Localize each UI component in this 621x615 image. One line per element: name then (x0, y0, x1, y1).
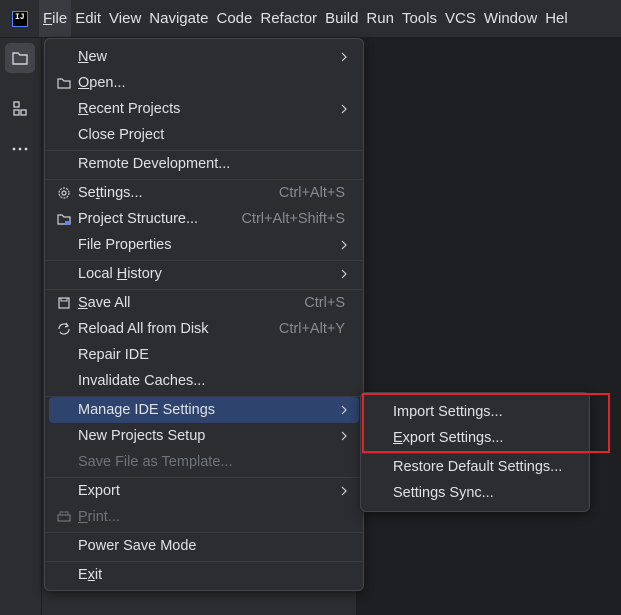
menu-item-close-project[interactable]: Close Project (49, 122, 359, 148)
chevron-right-icon (341, 405, 347, 415)
print-icon (57, 511, 71, 522)
intellij-logo-icon[interactable]: IJ (12, 10, 28, 27)
menu-item-power-save-mode[interactable]: Power Save Mode (49, 533, 359, 559)
chevron-right-icon (341, 104, 347, 114)
menu-item-file-properties[interactable]: File Properties (49, 232, 359, 258)
menu-item-save-file-as-template: Save File as Template... (78, 454, 233, 470)
chevron-right-icon (341, 486, 347, 496)
menu-item-settings[interactable]: Settings... Ctrl+Alt+S (49, 180, 359, 206)
menu-item-invalidate-caches[interactable]: Invalidate Caches... (49, 368, 359, 394)
menu-help[interactable]: Hel (541, 0, 572, 37)
menu-item-new-projects-setup[interactable]: New Projects Setup (49, 423, 359, 449)
menu-run[interactable]: Run (362, 0, 398, 37)
menu-tools[interactable]: Tools (398, 0, 441, 37)
menu-view[interactable]: View (105, 0, 145, 37)
project-tool-button[interactable] (5, 43, 35, 73)
menu-refactor[interactable]: Refactor (256, 0, 321, 37)
menu-navigate[interactable]: Navigate (145, 0, 212, 37)
menu-build[interactable]: Build (321, 0, 362, 37)
menu-item-open[interactable]: Open... (49, 70, 359, 96)
save-icon (58, 297, 70, 309)
chevron-right-icon (341, 269, 347, 279)
annotation-highlight-box (362, 393, 610, 453)
menu-edit[interactable]: Edit (71, 0, 105, 37)
menu-bar: IJ File Edit View Navigate Code Refactor… (0, 0, 621, 38)
menu-vcs[interactable]: VCS (441, 0, 480, 37)
gear-icon (58, 187, 70, 199)
chevron-right-icon (341, 431, 347, 441)
more-dots-icon (12, 147, 28, 151)
menu-item-new[interactable]: New (49, 44, 359, 70)
menu-window[interactable]: Window (480, 0, 541, 37)
tool-window-strip (0, 38, 42, 615)
project-structure-icon (57, 214, 71, 225)
menu-item-export[interactable]: Export (49, 478, 359, 504)
menu-item-recent-projects[interactable]: Recent Projects (49, 96, 359, 122)
menu-item-remote-development[interactable]: Remote Development... (49, 151, 359, 177)
menu-code[interactable]: Code (213, 0, 257, 37)
structure-icon (13, 101, 27, 116)
more-tools-button[interactable] (5, 134, 35, 164)
menu-item-reload-all[interactable]: Reload All from Disk Ctrl+Alt+Y (49, 316, 359, 342)
menu-item-restore-default-settings[interactable]: Restore Default Settings... (365, 454, 585, 480)
menu-item-settings-sync[interactable]: Settings Sync... (365, 480, 585, 506)
reload-icon (58, 322, 70, 335)
menu-item-project-structure[interactable]: Project Structure... Ctrl+Alt+Shift+S (49, 206, 359, 232)
folder-icon (12, 52, 28, 65)
chevron-right-icon (341, 240, 347, 250)
chevron-right-icon (341, 52, 347, 62)
menu-item-repair-ide[interactable]: Repair IDE (49, 342, 359, 368)
structure-tool-button[interactable] (5, 94, 35, 124)
menu-item-print: Print... (49, 504, 359, 530)
menu-item-exit[interactable]: Exit (49, 562, 359, 588)
file-menu: New Open... Recent Projects Close Projec… (44, 38, 364, 591)
menu-item-save-all[interactable]: Save All Ctrl+S (49, 290, 359, 316)
menu-item-local-history[interactable]: Local History (49, 261, 359, 287)
menu-item-manage-ide-settings[interactable]: Manage IDE Settings (49, 397, 359, 423)
folder-icon (57, 78, 71, 89)
menu-file[interactable]: File (39, 0, 72, 37)
